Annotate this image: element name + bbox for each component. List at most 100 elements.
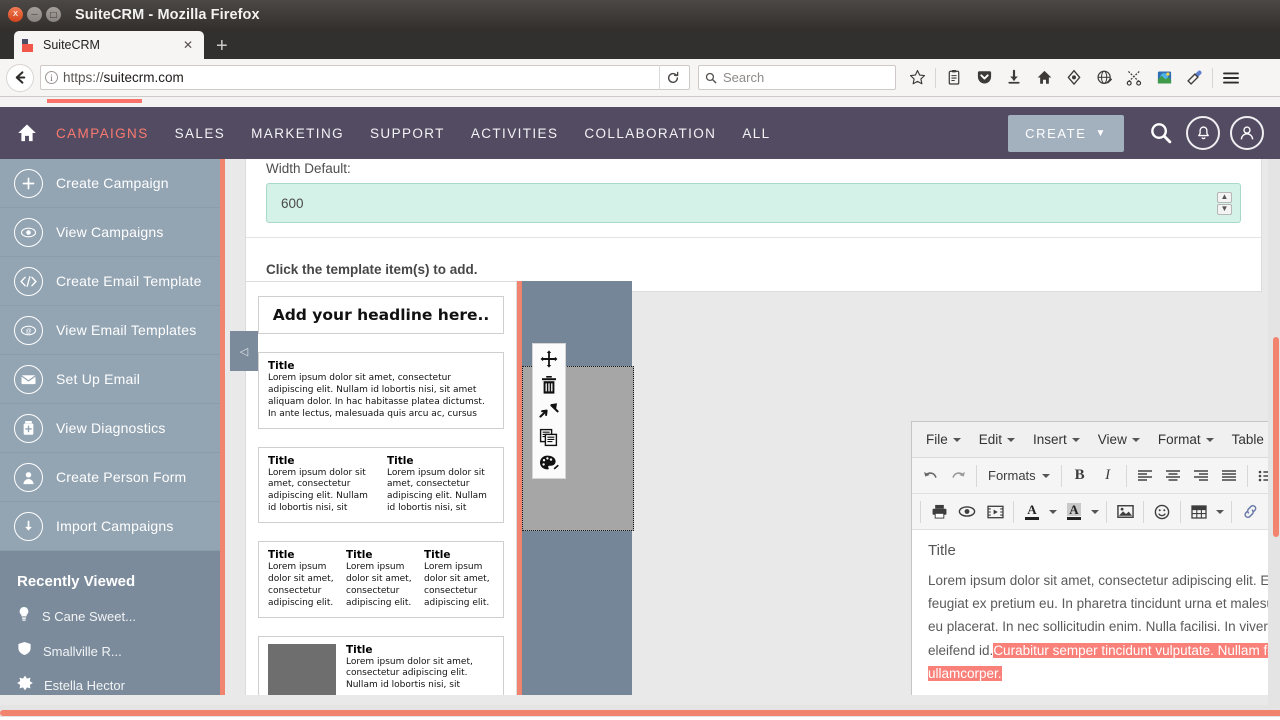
align-justify-icon[interactable] [1215,462,1243,490]
window-close-button[interactable]: x [8,7,23,22]
browser-search-bar[interactable]: Search [698,65,896,90]
template-item-two-column[interactable]: Title Lorem ipsum dolor sit amet, consec… [258,447,504,524]
menu-file[interactable]: File [917,426,970,453]
email-canvas-area[interactable] [522,281,632,701]
nav-item-activities[interactable]: ACTIVITIES [471,126,559,141]
preview-icon[interactable] [953,498,981,526]
new-tab-button[interactable]: + [216,36,228,56]
sidebar-item-import-campaigns[interactable]: Import Campaigns [0,502,220,551]
stepper-up-button[interactable]: ▲ [1217,192,1232,203]
menu-view[interactable]: View [1089,426,1149,453]
move-icon[interactable] [536,348,562,370]
trash-icon[interactable] [536,374,562,396]
home-icon[interactable] [1029,63,1059,93]
scissors-icon[interactable] [1119,63,1149,93]
nav-item-campaigns[interactable]: CAMPAIGNS [56,126,149,141]
redo-icon[interactable] [944,462,972,490]
sidebar-item-create-campaign[interactable]: Create Campaign [0,159,220,208]
globe-edit-icon[interactable] [1089,63,1119,93]
chevron-down-icon [1072,438,1080,442]
vertical-scrollbar[interactable] [1268,159,1280,717]
duplicate-icon[interactable] [536,426,562,448]
menu-format[interactable]: Format [1149,426,1223,453]
sidebar-item-set-up-email[interactable]: Set Up Email [0,355,220,404]
stepper-down-button[interactable]: ▼ [1217,204,1232,215]
sync-icon[interactable] [1059,63,1089,93]
template-item-three-column[interactable]: Title Lorem ipsum dolor sit amet, consec… [258,541,504,618]
italic-button[interactable]: I [1094,462,1122,490]
create-button[interactable]: CREATE ▼ [1008,115,1124,152]
formats-dropdown[interactable]: Formats [981,462,1057,490]
bold-button[interactable]: B [1066,462,1094,490]
menu-edit[interactable]: Edit [970,426,1024,453]
table-icon[interactable] [1185,498,1213,526]
align-right-icon[interactable] [1187,462,1215,490]
url-bar[interactable]: i https://suitecrm.com [40,65,690,90]
crm-home-icon[interactable] [16,122,38,144]
notifications-icon[interactable] [1186,116,1220,150]
nav-item-all[interactable]: ALL [742,126,770,141]
sidebar-item-label: Import Campaigns [56,518,174,534]
print-icon[interactable] [925,498,953,526]
window-minimize-button[interactable] [27,7,42,22]
chevron-down-icon [1206,438,1214,442]
window-maximize-button[interactable] [46,7,61,22]
tab-close-icon[interactable]: ✕ [180,38,196,52]
link-icon[interactable] [1236,498,1264,526]
horizontal-scrollbar[interactable] [0,705,1280,717]
download-icon[interactable] [999,63,1029,93]
user-profile-icon[interactable] [1230,116,1264,150]
align-left-icon[interactable] [1131,462,1159,490]
width-default-input[interactable]: 600 ▲ ▼ [266,183,1241,223]
back-button[interactable] [6,64,34,92]
table-dropdown[interactable] [1213,498,1227,526]
nav-item-support[interactable]: SUPPORT [370,126,445,141]
template-item-one-column[interactable]: Title Lorem ipsum dolor sit amet, consec… [258,352,504,429]
search-placeholder: Search [723,70,764,85]
global-search-icon[interactable] [1146,118,1176,148]
browser-tab-suitecrm[interactable]: SuiteCRM ✕ [14,31,204,59]
sidebar-item-create-email-template[interactable]: Create Email Template [0,257,220,306]
template-item-title: Title [346,644,494,656]
recently-viewed-item[interactable]: Estella Hector [17,675,206,696]
emoticon-icon[interactable] [1148,498,1176,526]
sidebar-item-view-diagnostics[interactable]: View Diagnostics [0,404,220,453]
horizontal-scrollbar-thumb[interactable] [0,710,1280,716]
background-color-icon[interactable]: A [1060,498,1088,526]
nav-item-marketing[interactable]: MARKETING [251,126,344,141]
background-color-dropdown[interactable] [1088,498,1102,526]
resize-icon[interactable] [536,400,562,422]
undo-icon[interactable] [916,462,944,490]
text-color-icon[interactable]: A [1018,498,1046,526]
media-icon[interactable] [981,498,1009,526]
editor-content-area[interactable]: Title Lorem ipsum dolor sit amet, consec… [912,530,1280,717]
image-icon[interactable] [1111,498,1139,526]
width-default-stepper[interactable]: ▲ ▼ [1217,192,1232,215]
vertical-scrollbar-thumb[interactable] [1273,337,1279,537]
colorpicker-globe-icon[interactable] [1149,63,1179,93]
align-center-icon[interactable] [1159,462,1187,490]
sidebar-item-create-person-form[interactable]: Create Person Form [0,453,220,502]
text-color-dropdown[interactable] [1046,498,1060,526]
template-item-image-left[interactable]: Title Lorem ipsum dolor sit amet, consec… [258,636,504,702]
site-info-icon[interactable]: i [45,71,58,84]
sidebar-collapse-button[interactable]: ◁ [230,331,258,371]
sidebar-item-view-campaigns[interactable]: View Campaigns [0,208,220,257]
pocket-icon[interactable] [969,63,999,93]
recently-viewed-item[interactable]: S Cane Sweet... [17,606,206,627]
hamburger-menu-icon[interactable] [1216,63,1246,93]
recently-viewed-item[interactable]: Smallville R... [17,641,206,661]
reload-icon[interactable] [659,65,685,90]
tinymce-editor: File Edit Insert View Format Table Tools… [911,421,1280,717]
eyedropper-icon[interactable] [1179,63,1209,93]
palette-icon[interactable] [536,452,562,474]
toolbar-separator [1061,465,1062,487]
nav-item-sales[interactable]: SALES [175,126,226,141]
sidebar-item-view-email-templates[interactable]: @ View Email Templates [0,306,220,355]
menu-insert[interactable]: Insert [1024,426,1089,453]
nav-item-collaboration[interactable]: COLLABORATION [584,126,716,141]
reader-icon[interactable] [939,63,969,93]
bookmark-star-icon[interactable] [902,63,932,93]
template-item-headline[interactable]: Add your headline here.. [258,296,504,334]
editor-menubar: File Edit Insert View Format Table Tools [912,422,1280,458]
